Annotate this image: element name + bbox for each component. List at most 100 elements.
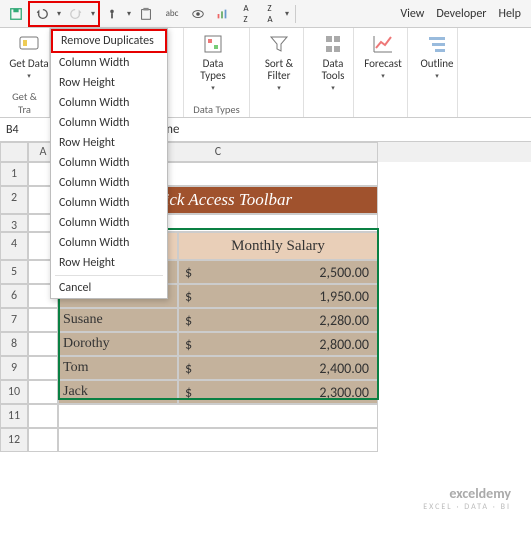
cell[interactable] — [28, 332, 58, 356]
redo-dropdown-arrow[interactable]: ▾ — [88, 3, 98, 25]
cell-name[interactable]: Susane — [58, 308, 178, 332]
salary-value: 1,950.00 — [319, 288, 373, 305]
cell[interactable] — [28, 380, 58, 404]
preview-button[interactable] — [186, 3, 210, 25]
outline-label: Outline — [420, 58, 453, 70]
menu-separator — [55, 275, 163, 276]
row-header[interactable]: 1 — [0, 162, 28, 186]
sort-az-button[interactable]: AZ — [234, 3, 258, 25]
row-header[interactable]: 11 — [0, 404, 28, 428]
quick-access-toolbar: ▾ ▾ ▾ abc AZ ZA ▾ View Developer Help — [0, 0, 531, 28]
chart-button[interactable] — [210, 3, 234, 25]
undo-item[interactable]: Column Width — [51, 153, 167, 173]
row-header[interactable]: 2 — [0, 186, 28, 214]
undo-cancel[interactable]: Cancel — [51, 278, 167, 298]
salary-value: 2,300.00 — [319, 384, 373, 401]
data-types-group-label: Data Types — [190, 101, 243, 116]
spelling-button[interactable]: abc — [158, 3, 186, 25]
row-header[interactable]: 9 — [0, 356, 28, 380]
undo-item[interactable]: Column Width — [51, 213, 167, 233]
tab-view[interactable]: View — [394, 3, 430, 25]
cell-salary[interactable]: $2,400.00 — [178, 356, 378, 380]
currency-symbol: $ — [183, 312, 192, 329]
cell-salary[interactable]: $2,280.00 — [178, 308, 378, 332]
row-header[interactable]: 6 — [0, 284, 28, 308]
cell[interactable] — [58, 404, 378, 428]
row-header[interactable]: 4 — [0, 232, 28, 260]
name-box-value: B4 — [6, 123, 19, 137]
forecast-label: Forecast — [364, 58, 402, 70]
sort-za-button[interactable]: ZA — [258, 3, 282, 25]
sort-filter-button[interactable]: Sort & Filter ▾ — [256, 32, 302, 92]
currency-symbol: $ — [183, 336, 192, 353]
cell-salary[interactable]: $2,800.00 — [178, 332, 378, 356]
undo-item[interactable]: Column Width — [51, 53, 167, 73]
tab-help[interactable]: Help — [492, 3, 527, 25]
watermark-brand: exceldemy — [423, 485, 511, 502]
cell[interactable] — [58, 428, 378, 452]
qat-separator — [295, 5, 296, 23]
salary-value: 2,800.00 — [319, 336, 373, 353]
row-header[interactable]: 12 — [0, 428, 28, 452]
row-header[interactable]: 10 — [0, 380, 28, 404]
touch-dropdown-arrow[interactable]: ▾ — [124, 9, 134, 19]
row-header[interactable]: 8 — [0, 332, 28, 356]
cell[interactable] — [28, 356, 58, 380]
tab-developer[interactable]: Developer — [430, 3, 492, 25]
get-data-label: Get Data — [9, 58, 48, 70]
sort-group-label — [256, 114, 297, 116]
sort-filter-label: Sort & Filter — [256, 58, 302, 82]
undo-item[interactable]: Column Width — [51, 113, 167, 133]
forecast-button[interactable]: Forecast ▾ — [360, 32, 406, 80]
tools-group-label — [310, 114, 347, 116]
cell[interactable] — [28, 308, 58, 332]
salary-value: 2,400.00 — [319, 360, 373, 377]
select-all-corner[interactable] — [0, 142, 28, 162]
undo-item[interactable]: Column Width — [51, 93, 167, 113]
cell-name[interactable]: Dorothy — [58, 332, 178, 356]
data-tools-label: Data Tools — [310, 58, 356, 82]
currency-symbol: $ — [183, 384, 192, 401]
undo-item[interactable]: Row Height — [51, 253, 167, 273]
data-types-button[interactable]: Data Types ▾ — [190, 32, 236, 92]
forecast-group-label — [360, 114, 401, 116]
cell-salary[interactable]: $1,950.00 — [178, 284, 378, 308]
outline-button[interactable]: Outline ▾ — [414, 32, 460, 80]
salary-value: 2,280.00 — [319, 312, 373, 329]
redo-button[interactable] — [64, 3, 88, 25]
cell[interactable] — [28, 404, 58, 428]
row-header[interactable]: 3 — [0, 214, 28, 232]
cell-salary[interactable]: $2,500.00 — [178, 260, 378, 284]
undo-dropdown-arrow[interactable]: ▾ — [54, 3, 64, 25]
undo-item[interactable]: Column Width — [51, 233, 167, 253]
watermark-tag: EXCEL · DATA · BI — [423, 502, 511, 512]
outline-group-label — [414, 114, 451, 116]
undo-item[interactable]: Column Width — [51, 173, 167, 193]
touch-mode-button[interactable] — [100, 3, 124, 25]
undo-button[interactable] — [30, 3, 54, 25]
cell-salary[interactable]: $2,300.00 — [178, 380, 378, 404]
cell-name[interactable]: Tom — [58, 356, 178, 380]
currency-symbol: $ — [183, 288, 192, 305]
row-header[interactable]: 7 — [0, 308, 28, 332]
cell-name[interactable]: Jack — [58, 380, 178, 404]
undo-history-menu: Remove Duplicates Column Width Row Heigh… — [50, 28, 168, 299]
row-header[interactable]: 5 — [0, 260, 28, 284]
paste-button[interactable] — [134, 3, 158, 25]
undo-item[interactable]: Row Height — [51, 133, 167, 153]
undo-item[interactable]: Row Height — [51, 73, 167, 93]
undo-item[interactable]: Column Width — [51, 193, 167, 213]
cell[interactable] — [28, 428, 58, 452]
get-data-button[interactable]: Get Data ▾ — [6, 32, 52, 80]
header-salary[interactable]: Monthly Salary — [178, 232, 378, 260]
watermark: exceldemy EXCEL · DATA · BI — [423, 485, 511, 512]
data-types-label: Data Types — [190, 58, 236, 82]
undo-item-remove-duplicates[interactable]: Remove Duplicates — [51, 29, 167, 53]
data-tools-button[interactable]: Data Tools ▾ — [310, 32, 356, 92]
qat-more-arrow[interactable]: ▾ — [282, 9, 292, 19]
get-transform-group-label: Get & Tra — [6, 88, 43, 116]
currency-symbol: $ — [183, 360, 192, 377]
save-button[interactable] — [4, 3, 28, 25]
currency-symbol: $ — [183, 264, 192, 281]
salary-value: 2,500.00 — [319, 264, 373, 281]
